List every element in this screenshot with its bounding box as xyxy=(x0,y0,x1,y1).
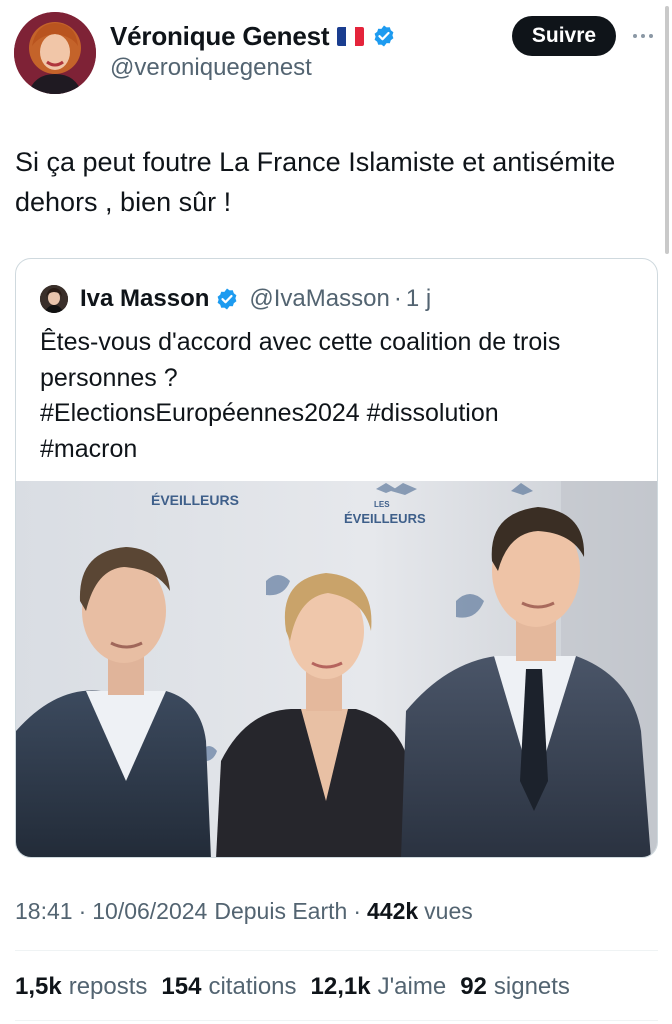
stat-count: 92 xyxy=(460,973,487,1000)
tweet-date[interactable]: 10/06/2024 xyxy=(92,898,207,925)
separator-dot: · xyxy=(393,285,402,312)
divider xyxy=(15,950,658,951)
author-display-name[interactable]: Véronique Genest xyxy=(110,21,330,52)
engagement-stats: 1,5k reposts 154 citations 12,1k J'aime … xyxy=(15,973,584,1001)
stat-label: citations xyxy=(208,973,297,1000)
banner-text: ÉVEILLEURS xyxy=(344,511,426,526)
quoted-author-display-name[interactable]: Iva Masson xyxy=(80,285,209,313)
tweet-time[interactable]: 18:41 xyxy=(15,898,73,925)
stat-count: 1,5k xyxy=(15,973,62,1000)
quotes-stat[interactable]: 154 citations xyxy=(161,973,296,1001)
stat-label: reposts xyxy=(68,973,148,1000)
separator-dot: · xyxy=(78,898,87,924)
quoted-text-line: Êtes-vous d'accord avec cette coalition … xyxy=(40,328,561,356)
scrollbar[interactable] xyxy=(665,6,669,254)
france-flag-icon xyxy=(337,26,365,46)
stat-count: 12,1k xyxy=(310,973,371,1000)
quoted-text-line: #macron xyxy=(40,434,138,463)
author-avatar[interactable] xyxy=(14,12,96,94)
tweet-text: Si ça peut foutre La France Islamiste et… xyxy=(15,147,616,217)
quoted-tweet-card[interactable]: Iva Masson @IvaMasson · 1 j Êtes-vous d'… xyxy=(15,258,658,858)
divider xyxy=(15,1020,658,1021)
follow-button[interactable]: Suivre xyxy=(512,16,616,56)
stat-label: J'aime xyxy=(377,973,447,1000)
quoted-tweet-photo[interactable]: ÉVEILLEURS LES ÉVEILLEURS xyxy=(16,481,658,858)
more-options-icon[interactable] xyxy=(626,22,660,50)
reposts-stat[interactable]: 1,5k reposts xyxy=(15,973,147,1001)
banner-text: ÉVEILLEURS xyxy=(151,492,239,508)
quoted-text-line: personnes ? xyxy=(40,363,178,392)
quoted-author-avatar[interactable] xyxy=(40,285,68,313)
tweet-header: Véronique Genest @veroniquegenest Suivre xyxy=(14,12,660,96)
bookmarks-stat[interactable]: 92 signets xyxy=(460,973,570,1001)
stat-count: 154 xyxy=(161,973,202,1000)
views-label: vues xyxy=(424,898,473,924)
quoted-text-line: #ElectionsEuropéennes2024 #dissolution xyxy=(40,399,499,427)
tweet-meta: 18:41 · 10/06/2024 Depuis Earth · 442k v… xyxy=(15,898,473,925)
quoted-tweet-time[interactable]: 1 j xyxy=(406,285,431,313)
stat-label: signets xyxy=(493,973,570,1000)
quoted-tweet-text: Êtes-vous d'accord avec cette coalition … xyxy=(40,325,640,467)
banner-text-small: LES xyxy=(374,500,390,509)
verified-badge-icon xyxy=(374,25,394,47)
verified-badge-icon xyxy=(217,288,237,310)
views-count: 442k xyxy=(367,898,419,924)
likes-stat[interactable]: 12,1k J'aime xyxy=(311,973,447,1001)
author-handle[interactable]: @veroniquegenest xyxy=(110,54,396,82)
separator-dot: · xyxy=(353,898,361,924)
tweet-source: Depuis Earth xyxy=(214,898,348,924)
quoted-author-handle[interactable]: @IvaMasson xyxy=(249,285,389,313)
